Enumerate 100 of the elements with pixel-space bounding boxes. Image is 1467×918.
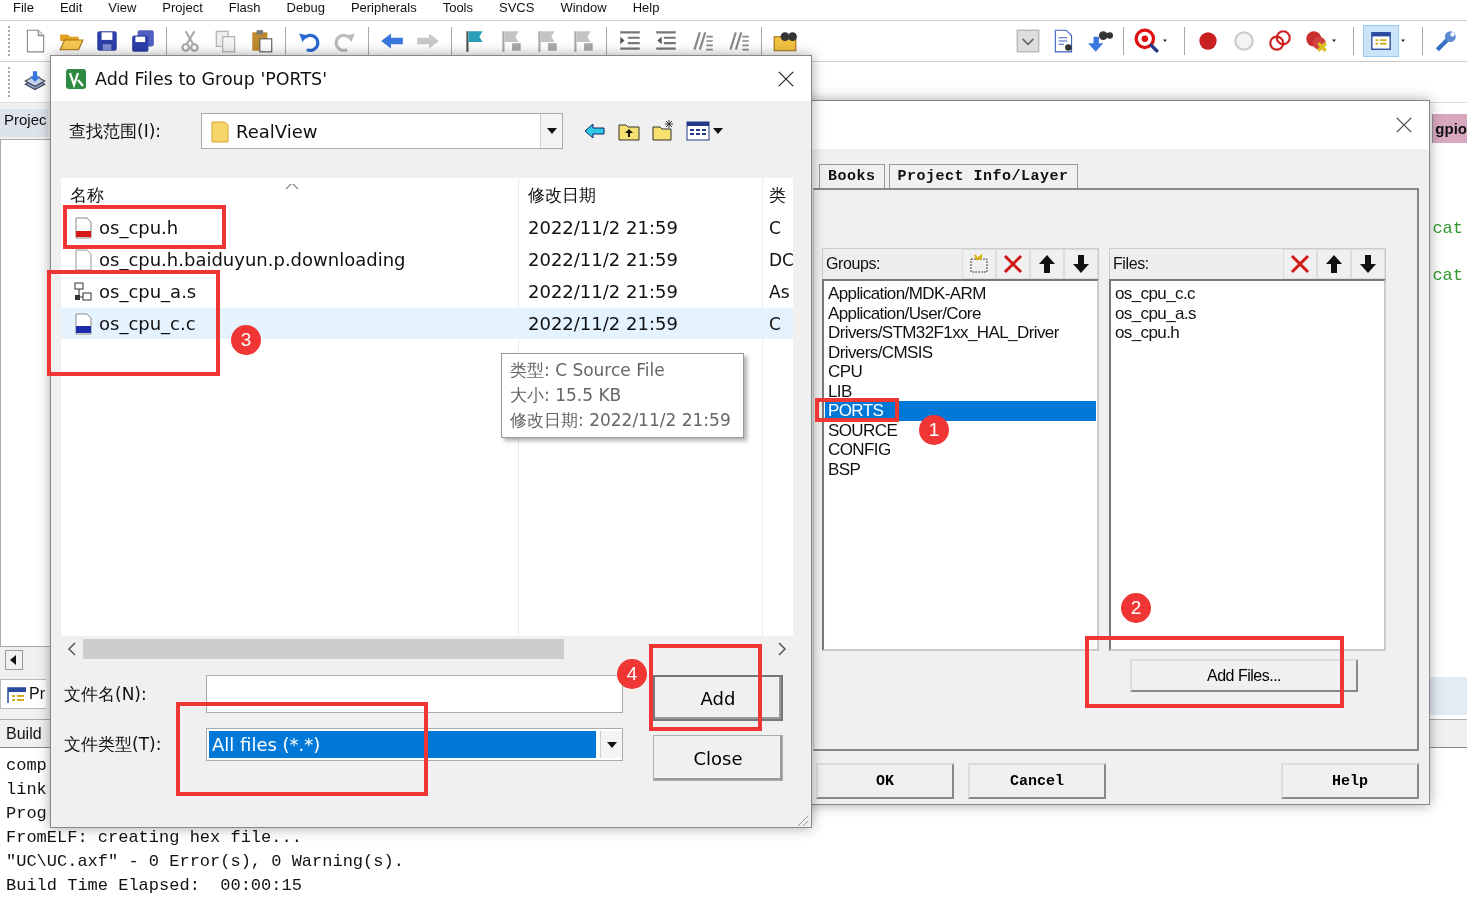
view-menu-icon[interactable] [685, 119, 725, 143]
file-row[interactable]: os_cpu.h 2022/11/2 21:59 C [61, 212, 793, 243]
file-name-label: 文件名(N): [64, 682, 148, 706]
assembly-file-icon [73, 280, 93, 303]
menu-item[interactable]: Peripherals [350, 0, 417, 16]
look-in-label: 查找范围(I): [69, 119, 162, 143]
scroll-left-icon[interactable] [5, 650, 23, 670]
down-arrow-icon [1357, 253, 1379, 275]
resize-grip-icon[interactable] [795, 813, 809, 827]
dialog-button[interactable]: Add [653, 675, 783, 721]
group-item[interactable]: Drivers/STM32F1xx_HAL_Driver [825, 323, 1061, 343]
debug-icon[interactable] [1134, 28, 1160, 54]
dialog-button[interactable]: OK [816, 763, 954, 799]
look-in-dropdown[interactable]: RealView [201, 113, 563, 149]
save-icon[interactable] [94, 28, 120, 54]
dialog-button[interactable]: Close [653, 735, 783, 781]
caret-icon [606, 741, 617, 748]
delete-button[interactable] [996, 249, 1030, 279]
file-type-dropdown[interactable]: All files (*.*) [206, 728, 623, 761]
group-item[interactable]: CONFIG [825, 440, 893, 460]
editor-tab[interactable]: gpio [1432, 114, 1467, 143]
output-line: comp [6, 755, 47, 777]
move-down-button[interactable] [1064, 249, 1098, 279]
wrench-icon[interactable] [1433, 28, 1459, 54]
scrollbar-thumb[interactable] [83, 639, 564, 659]
group-item[interactable]: CPU [825, 362, 865, 382]
file-icon [73, 312, 93, 335]
group-item[interactable]: BSP [825, 459, 863, 479]
file-type: C [768, 313, 782, 334]
file-row[interactable]: os_cpu_a.s 2022/11/2 21:59 As [61, 276, 793, 307]
group-item[interactable]: Drivers/CMSIS [825, 342, 935, 362]
list-entry[interactable]: os_cpu_c.c [1112, 284, 1197, 304]
list-entry[interactable]: os_cpu_a.s [1112, 303, 1198, 323]
window-title: Add Files to Group 'PORTS' [95, 68, 328, 89]
window-icon[interactable] [1364, 26, 1398, 56]
move-down-button[interactable] [1351, 249, 1385, 279]
tab[interactable]: Project Info/Layer [888, 164, 1078, 188]
menu-item[interactable]: Help [632, 0, 660, 16]
menu-item[interactable]: File [13, 0, 34, 16]
delete-button[interactable] [1283, 249, 1317, 279]
file-date: 2022/11/2 21:59 [527, 281, 679, 302]
file-name-field[interactable] [206, 675, 623, 713]
close-icon[interactable] [777, 69, 795, 88]
move-up-button[interactable] [1317, 249, 1351, 279]
tooltip-line: 类型: C Source File [510, 359, 666, 382]
tooltip-line: 修改日期: 2022/11/2 21:59 [510, 409, 732, 432]
code-line: cat [1432, 266, 1464, 285]
panel-title: Projec [0, 109, 48, 137]
close-icon[interactable] [1395, 116, 1413, 134]
menu-item[interactable]: Flash [228, 0, 261, 16]
dialog-button[interactable]: Cancel [968, 763, 1106, 799]
file-row[interactable]: os_cpu.h.baiduyun.p.downloading 2022/11/2 21:59 DC [61, 244, 793, 275]
breakpoints-icon[interactable] [1267, 28, 1293, 54]
app-icon [65, 67, 87, 90]
file-type: DC [768, 249, 794, 270]
menu-item[interactable]: Window [560, 0, 607, 16]
window-icon [6, 685, 26, 703]
panel-tab[interactable]: Pr [0, 679, 46, 709]
dropdown-icon[interactable] [1015, 28, 1041, 54]
tab[interactable]: Books [819, 164, 885, 188]
menu-item[interactable]: Debug [286, 0, 325, 16]
group-item[interactable]: SOURCE [825, 420, 900, 440]
dialog-button[interactable]: Help [1281, 763, 1419, 799]
new-folder-icon [968, 253, 990, 275]
file-icon [73, 248, 93, 271]
new-folder-icon[interactable] [651, 119, 675, 143]
menu-item[interactable]: Project [162, 0, 203, 16]
add-files-button[interactable]: Add Files... [1130, 659, 1358, 692]
panel-title: Build [6, 724, 42, 743]
download-search-icon[interactable] [1087, 28, 1113, 54]
output-line: link [6, 779, 47, 801]
scroll-left-icon[interactable] [67, 642, 77, 656]
group-item[interactable]: Application/User/Core [825, 303, 983, 323]
output-line: Build Time Elapsed: 00:00:15 [6, 875, 302, 897]
caret-icon [546, 128, 557, 134]
column-header[interactable]: 名称 [70, 184, 104, 207]
group-item[interactable]: PORTS [825, 401, 1096, 421]
menu-item[interactable]: Edit [59, 0, 83, 16]
scroll-right-icon[interactable] [777, 642, 787, 656]
output-line: Prog [6, 803, 47, 825]
clear-breakpoints-icon[interactable] [1303, 28, 1329, 54]
up-arrow-icon [1036, 253, 1058, 275]
group-item[interactable]: Application/MDK-ARM [825, 284, 988, 304]
move-up-button[interactable] [1030, 249, 1064, 279]
code-line: cat [1432, 219, 1464, 238]
column-header[interactable]: 修改日期 [519, 184, 763, 211]
group-item[interactable]: LIB [825, 381, 854, 401]
file-date: 2022/11/2 21:59 [527, 249, 679, 270]
menu-item[interactable]: View [108, 0, 137, 16]
menu-item[interactable]: Tools [442, 0, 473, 16]
sort-icon[interactable] [285, 184, 299, 190]
file-name: os_cpu_a.s [99, 281, 197, 302]
paste-icon[interactable] [249, 28, 275, 54]
list-entry[interactable]: os_cpu.h [1112, 323, 1182, 343]
output-line: FromELF: creating hex file... [6, 827, 302, 849]
file-name: os_cpu_c.c [99, 313, 196, 334]
save-all-icon[interactable] [130, 28, 156, 54]
column-header[interactable]: 类 [763, 184, 793, 211]
menu-item[interactable]: SVCS [499, 0, 535, 16]
file-name: os_cpu.h [99, 217, 179, 238]
